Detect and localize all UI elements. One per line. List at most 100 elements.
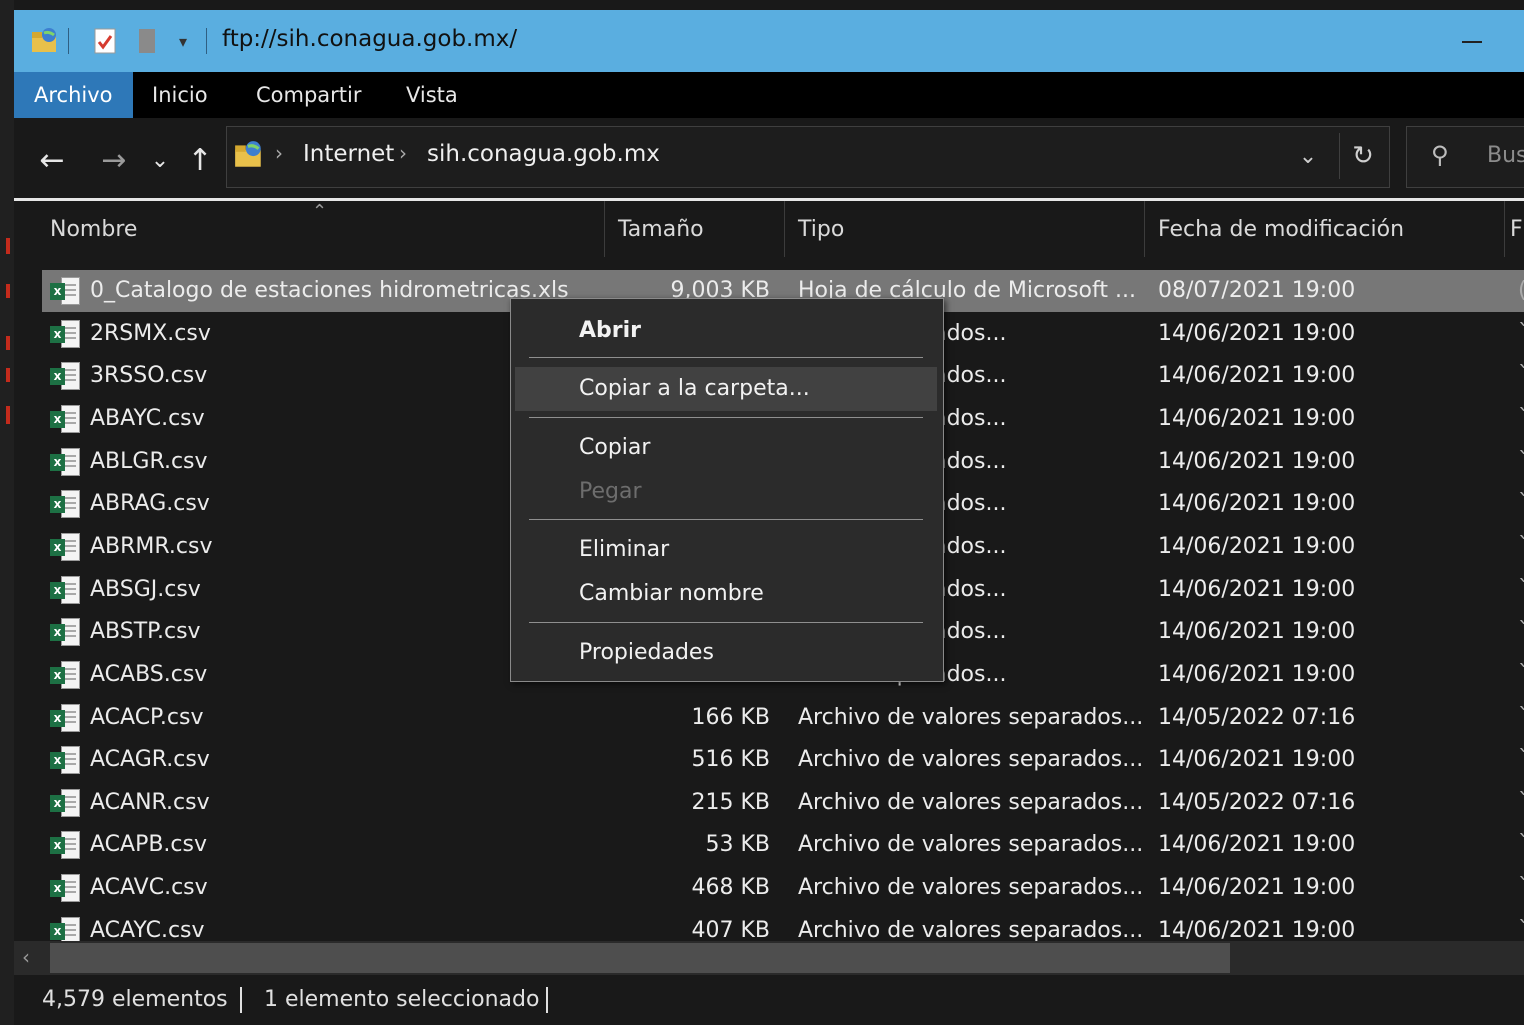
navigation-bar: ← → ⌄ ↑ › Internet › sih.conagua.gob.mx …: [14, 118, 1524, 200]
file-name: ACAVC.csv: [90, 875, 208, 901]
excel-csv-icon: x: [50, 916, 80, 941]
back-arrow-icon[interactable]: ←: [30, 140, 74, 180]
menu-divider: [529, 357, 923, 358]
menu-item-rename[interactable]: Cambiar nombre: [515, 572, 937, 616]
scrollbar-thumb[interactable]: [50, 943, 1230, 973]
tab-compartir[interactable]: Compartir: [236, 72, 382, 118]
file-name: 3RSSO.csv: [90, 363, 208, 389]
menu-item-copy[interactable]: Copiar: [515, 426, 937, 470]
up-arrow-icon[interactable]: ↑: [178, 140, 222, 180]
file-row[interactable]: x ACAVC.csv 468 KB Archivo de valores separ…: [42, 867, 1524, 909]
breadcrumb-chevron-icon[interactable]: ›: [275, 141, 283, 165]
file-extra-column: (: [1518, 278, 1524, 303]
breadcrumb-chevron-icon[interactable]: ›: [399, 141, 407, 165]
file-date: 14/06/2021 19:00: [1158, 661, 1356, 687]
file-type: Archivo de valores separados...: [798, 832, 1144, 858]
column-divider[interactable]: [784, 201, 785, 257]
menu-item-open[interactable]: Abrir: [515, 309, 937, 353]
file-extra-column: `: [1518, 448, 1524, 474]
address-dropdown-icon[interactable]: ⌄: [1285, 133, 1331, 179]
file-extra-column: `: [1518, 747, 1524, 773]
file-date: 14/06/2021 19:00: [1158, 533, 1356, 559]
file-name: ACACP.csv: [90, 704, 204, 730]
selection-count: 1 elemento seleccionado: [264, 987, 540, 1012]
sort-ascending-icon: ⌃: [312, 201, 328, 222]
breadcrumb-internet[interactable]: Internet: [303, 141, 394, 167]
status-bar: 4,579 elementos 1 elemento seleccionado: [14, 975, 1524, 1025]
excel-csv-icon: x: [50, 447, 80, 476]
file-date: 14/06/2021 19:00: [1158, 832, 1356, 858]
file-row[interactable]: x ACAGR.csv 516 KB Archivo de valores separ…: [42, 739, 1524, 781]
file-date: 14/06/2021 19:00: [1158, 747, 1356, 773]
column-divider[interactable]: [604, 201, 605, 257]
customize-toolbar-dropdown-icon[interactable]: ▾: [170, 24, 196, 58]
file-row[interactable]: x ACAPB.csv 53 KB Archivo de valores separa…: [42, 824, 1524, 866]
file-extra-column: `: [1518, 704, 1524, 730]
file-extra-column: `: [1518, 320, 1524, 346]
excel-csv-icon: x: [50, 703, 80, 732]
item-count: 4,579 elementos: [42, 987, 228, 1012]
file-date: 14/06/2021 19:00: [1158, 875, 1356, 901]
column-divider[interactable]: [1144, 201, 1145, 257]
menu-item-delete[interactable]: Eliminar: [515, 528, 937, 572]
edge-mark: [6, 368, 10, 382]
file-date: 14/06/2021 19:00: [1158, 491, 1356, 517]
refresh-icon[interactable]: ↻: [1339, 133, 1386, 179]
file-row[interactable]: x ACAYC.csv 407 KB Archivo de valores separ…: [42, 910, 1524, 941]
minimize-button[interactable]: [1450, 30, 1494, 54]
file-extra-column: `: [1518, 917, 1524, 941]
recent-locations-chevron-icon[interactable]: ⌄: [138, 140, 182, 180]
tab-inicio[interactable]: Inicio: [132, 72, 228, 118]
column-header-size[interactable]: Tamaño: [618, 201, 704, 261]
menu-divider: [529, 417, 923, 418]
menu-divider: [529, 519, 923, 520]
tab-archivo[interactable]: Archivo: [14, 72, 133, 118]
file-date: 14/06/2021 19:00: [1158, 405, 1356, 431]
excel-csv-icon: x: [50, 575, 80, 604]
file-name: ABRAG.csv: [90, 491, 210, 517]
background-window-edge: [0, 0, 14, 1025]
excel-csv-icon: x: [50, 362, 80, 391]
edge-mark: [6, 238, 10, 254]
file-extra-column: `: [1518, 363, 1524, 389]
menu-item-properties[interactable]: Propiedades: [515, 631, 937, 675]
column-header-extra[interactable]: F: [1510, 201, 1523, 261]
search-input[interactable]: ⚲ Bus: [1406, 126, 1524, 188]
file-size: 53 KB: [705, 832, 770, 858]
forward-arrow-icon[interactable]: →: [92, 140, 136, 180]
titlebar-separator: [68, 28, 69, 54]
file-extra-column: `: [1518, 619, 1524, 645]
column-header-name[interactable]: Nombre: [50, 201, 137, 261]
tab-vista[interactable]: Vista: [386, 72, 478, 118]
file-extra-column: `: [1518, 533, 1524, 559]
file-date: 14/06/2021 19:00: [1158, 448, 1356, 474]
ftp-folder-icon: [28, 24, 62, 58]
file-name: ABLGR.csv: [90, 448, 208, 474]
search-icon: ⚲: [1431, 141, 1449, 169]
file-type: Archivo de valores separados...: [798, 875, 1144, 901]
file-date: 14/06/2021 19:00: [1158, 576, 1356, 602]
file-extra-column: `: [1518, 491, 1524, 517]
excel-csv-icon: x: [50, 404, 80, 433]
column-header-type[interactable]: Tipo: [798, 201, 844, 261]
new-folder-quick-icon[interactable]: [132, 24, 162, 58]
scroll-left-arrow-icon[interactable]: ‹: [22, 945, 30, 969]
breadcrumb-current[interactable]: sih.conagua.gob.mx: [427, 141, 660, 167]
file-row[interactable]: x ACACP.csv 166 KB Archivo de valores separ…: [42, 697, 1524, 739]
file-row[interactable]: x ACANR.csv 215 KB Archivo de valores separ…: [42, 782, 1524, 824]
excel-csv-icon: x: [50, 532, 80, 561]
address-bar[interactable]: › Internet › sih.conagua.gob.mx ⌄ ↻: [226, 126, 1390, 188]
internet-location-icon: [233, 139, 265, 175]
ribbon-tabs: Archivo Inicio Compartir Vista: [14, 72, 1524, 118]
edge-mark: [6, 284, 10, 298]
column-header-date[interactable]: Fecha de modificación: [1158, 201, 1404, 261]
column-divider[interactable]: [1504, 201, 1505, 257]
menu-item-copy-to-folder[interactable]: Copiar a la carpeta...: [515, 367, 937, 411]
file-date: 14/05/2022 07:16: [1158, 704, 1356, 730]
excel-csv-icon: x: [50, 788, 80, 817]
properties-quick-icon[interactable]: [88, 24, 122, 58]
horizontal-scrollbar[interactable]: ‹: [14, 941, 1524, 975]
titlebar-separator: [206, 28, 207, 54]
file-date: 14/06/2021 19:00: [1158, 320, 1356, 346]
excel-csv-icon: x: [50, 490, 80, 519]
